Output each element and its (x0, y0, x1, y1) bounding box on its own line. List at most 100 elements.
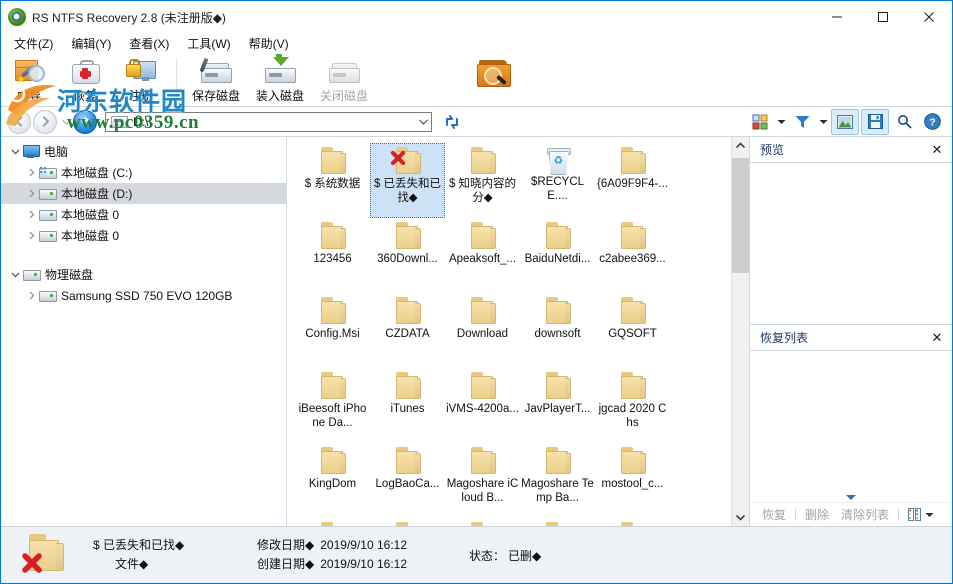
file-item[interactable] (520, 518, 595, 526)
chevron-right-icon[interactable] (23, 231, 39, 240)
file-item[interactable] (370, 518, 445, 526)
file-item[interactable]: Download (445, 293, 520, 368)
file-pane-scrollbar[interactable] (731, 137, 749, 526)
folder-search-icon[interactable] (477, 59, 511, 89)
menu-tools[interactable]: 工具(W) (178, 33, 239, 54)
file-item[interactable]: LogBaoCa... (370, 443, 445, 518)
file-item-label: KingDom (296, 477, 369, 491)
file-item[interactable]: iBeesoft iPhone Da... (295, 368, 370, 443)
preview-panel-close-icon[interactable]: ✕ (930, 143, 944, 157)
chevron-right-icon[interactable] (23, 168, 39, 177)
scroll-thumb[interactable] (732, 158, 749, 273)
chevron-right-icon[interactable] (23, 291, 39, 300)
tree-node-physical-disks[interactable]: 物理磁盘 (1, 264, 286, 285)
file-item-label: $ 知晓内容的分◆ (446, 177, 519, 205)
recovery-list-resize-grip[interactable] (750, 492, 952, 502)
tree-node-local-disk-0a[interactable]: 本地磁盘 0 (1, 204, 286, 225)
file-item[interactable] (445, 518, 520, 526)
save-disk-button[interactable]: 保存磁盘 (184, 54, 248, 104)
file-item[interactable]: Config.Msi (295, 293, 370, 368)
file-item[interactable] (595, 518, 670, 526)
file-item[interactable]: downsoft (520, 293, 595, 368)
folder-icon (618, 297, 648, 325)
save-icon[interactable] (861, 109, 889, 135)
tree-node-samsung-ssd[interactable]: Samsung SSD 750 EVO 120GB (1, 285, 286, 306)
file-item-label: downsoft (521, 327, 594, 341)
recovery-list-delete-button[interactable]: 删除 (799, 506, 835, 523)
file-grid: $ 系统数据$ 已丢失和已找◆$ 知晓内容的分◆♻$RECYCLE....{6A… (287, 137, 731, 526)
file-item[interactable] (295, 518, 370, 526)
menu-help[interactable]: 帮助(V) (240, 33, 298, 54)
chevron-right-icon[interactable] (23, 189, 39, 198)
back-button[interactable] (7, 110, 31, 134)
file-item[interactable]: KingDom (295, 443, 370, 518)
maximize-button[interactable] (860, 1, 906, 33)
file-item-label: {6A09F9F4-... (596, 177, 669, 191)
file-item[interactable]: 123456 (295, 218, 370, 293)
recovery-list-recover-button[interactable]: 恢复 (756, 506, 792, 523)
tree-node-local-disk-0b[interactable]: 本地磁盘 0 (1, 225, 286, 246)
view-mode-icon[interactable] (747, 110, 773, 134)
filter-funnel-icon[interactable] (789, 110, 815, 134)
close-disk-button[interactable]: 关闭磁盘 (312, 54, 376, 104)
status-state-label: 状态： (469, 547, 505, 564)
up-button[interactable] (73, 110, 97, 134)
file-item[interactable]: $ 系统数据 (295, 143, 370, 218)
file-item[interactable]: CZDATA (370, 293, 445, 368)
filter-dropdown-icon[interactable] (816, 119, 830, 125)
file-item[interactable]: GQSOFT (595, 293, 670, 368)
file-item[interactable]: $ 知晓内容的分◆ (445, 143, 520, 218)
tree-node-local-disk-c[interactable]: 本地磁盘 (C:) (1, 162, 286, 183)
file-item[interactable]: c2abee369... (595, 218, 670, 293)
menu-view[interactable]: 查看(X) (120, 33, 178, 54)
columns-dropdown-icon[interactable] (922, 512, 936, 518)
status-file-info: $ 已丢失和已找◆ 文件◆ (93, 536, 184, 574)
menu-file[interactable]: 文件(Z) (5, 33, 62, 54)
file-item[interactable]: mostool_c... (595, 443, 670, 518)
search-icon[interactable] (891, 110, 917, 134)
scroll-track[interactable] (732, 154, 749, 509)
tree-node-local-disk-d[interactable]: 本地磁盘 (D:) (1, 183, 286, 204)
file-item[interactable]: $ 已丢失和已找◆ (370, 143, 445, 218)
file-item[interactable]: iVMS-4200a... (445, 368, 520, 443)
scroll-down-button[interactable] (732, 509, 749, 526)
wizard-button[interactable]: ★ 向导 (1, 54, 57, 104)
tree-node-computer[interactable]: 电脑 (1, 141, 286, 162)
recovery-list-body[interactable] (750, 351, 952, 492)
minimize-button[interactable] (814, 1, 860, 33)
file-item[interactable]: {6A09F9F4-... (595, 143, 670, 218)
chevron-right-icon[interactable] (23, 210, 39, 219)
preview-pane-icon[interactable] (831, 109, 859, 135)
file-item[interactable]: JavPlayerT... (520, 368, 595, 443)
file-item[interactable]: jgcad 2020 Chs (595, 368, 670, 443)
lock-monitor-icon (125, 57, 157, 86)
chevron-down-icon[interactable] (7, 147, 23, 156)
forward-button[interactable] (33, 110, 57, 134)
wizard-button-label: 向导 (17, 87, 41, 104)
file-item[interactable]: 360Downl... (370, 218, 445, 293)
close-button[interactable] (906, 1, 952, 33)
address-dropdown-icon[interactable] (419, 113, 428, 131)
file-item[interactable]: ♻$RECYCLE.... (520, 143, 595, 218)
view-mode-dropdown-icon[interactable] (774, 119, 788, 125)
recover-button[interactable]: 恢复 (57, 54, 113, 104)
refresh-icon[interactable] (439, 110, 465, 134)
help-icon[interactable]: ? (919, 110, 945, 134)
recovery-list-close-icon[interactable]: ✕ (930, 331, 944, 345)
scroll-up-button[interactable] (732, 137, 749, 154)
file-item[interactable]: Apeaksoft_... (445, 218, 520, 293)
file-item[interactable]: Magoshare Temp Ba... (520, 443, 595, 518)
register-button[interactable]: 注册 (113, 54, 169, 104)
app-window: RS NTFS Recovery 2.8 (未注册版◆) 文件(Z) 编辑(Y)… (0, 0, 953, 584)
chevron-down-icon[interactable] (7, 270, 23, 279)
load-disk-button[interactable]: 装入磁盘 (248, 54, 312, 104)
file-item[interactable]: iTunes (370, 368, 445, 443)
columns-icon[interactable] (908, 508, 922, 522)
history-dropdown-icon[interactable] (60, 119, 72, 125)
address-input[interactable]: D:\ (105, 112, 432, 132)
recovery-list-clear-button[interactable]: 清除列表 (835, 506, 895, 523)
file-item[interactable]: BaiduNetdi... (520, 218, 595, 293)
file-item[interactable]: Magoshare iCloud B... (445, 443, 520, 518)
menu-edit[interactable]: 编辑(Y) (62, 33, 120, 54)
toolbar: ★ 向导 恢复 注册 保存磁盘 装入磁盘 (1, 54, 952, 107)
